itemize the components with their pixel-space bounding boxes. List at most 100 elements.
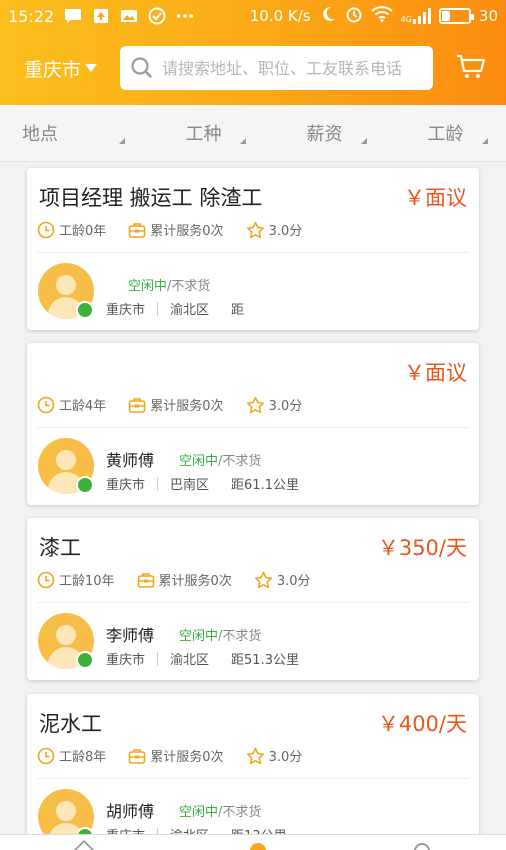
cart-button[interactable]: [455, 50, 487, 82]
price: ￥350/天: [377, 536, 467, 560]
meta-experience: 工龄0年: [37, 220, 106, 239]
toolbox-icon: [128, 397, 146, 413]
worker-status: 空闲中/不求货: [128, 275, 210, 294]
star-icon: [246, 221, 264, 238]
city-label: 重庆市: [24, 58, 82, 81]
worker-card[interactable]: 漆工 ￥350/天 工龄10年 累计服务0次 3.0分 李师傅 空闲中/不求货 …: [27, 518, 479, 680]
worker-tab-icon[interactable]: [250, 843, 266, 850]
price: ￥400/天: [377, 712, 467, 736]
location-city: 重庆市: [106, 825, 145, 834]
separator: [157, 476, 159, 491]
signal-label: 4G: [400, 15, 412, 24]
separator: [157, 301, 159, 316]
separator: [157, 651, 159, 666]
experience-text: 工龄4年: [59, 399, 107, 414]
bottom-nav: [0, 834, 506, 850]
service-text: 累计服务0次: [150, 399, 224, 414]
status-rest: /不求货: [218, 629, 262, 644]
job-title: 漆工: [39, 536, 81, 560]
corner-triangle-icon: [240, 138, 246, 144]
online-dot-icon: [76, 476, 94, 494]
search-box[interactable]: [120, 46, 433, 90]
meta-rating: 3.0分: [246, 220, 302, 239]
corner-triangle-icon: [482, 138, 488, 144]
worker-location: 重庆市 渝北区 距51.3公里: [106, 649, 299, 668]
wifi-icon: [370, 6, 393, 26]
avatar-head: [56, 275, 76, 295]
meta-service: 累计服务0次: [128, 746, 224, 765]
meta-rating: 3.0分: [246, 746, 303, 765]
price: ￥面议: [404, 186, 467, 210]
worker-name: 黄师傅: [106, 451, 155, 470]
meta-service: 累计服务0次: [128, 395, 224, 414]
experience-text: 工龄8年: [59, 750, 107, 765]
status-free: 空闲中: [179, 454, 219, 469]
service-text: 累计服务0次: [150, 750, 224, 765]
status-time: 15:22: [8, 6, 55, 26]
job-title: 泥水工: [39, 712, 102, 736]
status-bar: 15:22 10.0 K/s 4G 30: [0, 0, 506, 32]
rating-text: 3.0分: [268, 750, 303, 765]
worker-card[interactable]: ￥面议 工龄4年 累计服务0次 3.0分 黄师傅 空闲中/不求货 重庆市 巴南区…: [27, 343, 479, 505]
status-free: 空闲中: [179, 629, 219, 644]
meta-experience: 工龄8年: [37, 746, 106, 765]
star-icon: [246, 747, 264, 764]
meta-experience: 工龄4年: [37, 395, 106, 414]
meta-experience: 工龄10年: [37, 570, 115, 589]
location-distance: 距61.1公里: [231, 478, 299, 493]
star-icon: [254, 571, 272, 588]
worker-status: 空闲中/不求货: [179, 450, 261, 469]
filter-label: 工种: [185, 124, 222, 145]
card-divider: [37, 602, 469, 603]
meta-rating: 3.0分: [246, 395, 302, 414]
filter-job-type[interactable]: 工种: [143, 105, 264, 161]
worker-list: 项目经理 搬运工 除渣工 ￥面议 工龄0年 累计服务0次 3.0分 空闲中/不求…: [0, 162, 506, 834]
app-bar: 重庆市: [0, 44, 506, 92]
clock-icon: [37, 221, 55, 238]
worker-card[interactable]: 项目经理 搬运工 除渣工 ￥面议 工龄0年 累计服务0次 3.0分 空闲中/不求…: [27, 168, 479, 330]
card-divider: [37, 427, 469, 428]
rating-text: 3.0分: [276, 574, 311, 589]
upload-icon: [92, 7, 110, 25]
signal-icon: 4G: [401, 8, 431, 24]
avatar-head: [56, 801, 76, 821]
home-icon[interactable]: [72, 839, 96, 850]
location-district: 渝北区: [170, 303, 210, 318]
corner-triangle-icon: [119, 138, 125, 144]
status-rest: /不求货: [167, 279, 211, 294]
more-icon: [176, 7, 194, 25]
location-district: 渝北区: [170, 825, 209, 834]
star-icon: [246, 396, 264, 413]
meta-service: 累计服务0次: [137, 570, 232, 589]
meta-rating: 3.0分: [254, 570, 311, 589]
filter-location[interactable]: 地点: [0, 105, 143, 161]
search-icon: [131, 57, 152, 78]
card-meta: 工龄0年 累计服务0次 3.0分: [37, 220, 324, 239]
card-divider: [37, 778, 469, 779]
status-right: 10.0 K/s 4G 30: [250, 5, 498, 27]
location-distance: 距: [231, 303, 245, 318]
alarm-icon: [345, 5, 363, 27]
status-free: 空闲中: [179, 805, 219, 820]
profile-icon[interactable]: [414, 843, 430, 850]
check-circle-icon: [148, 7, 166, 25]
top-header: 15:22 10.0 K/s 4G 30 重庆市 请搜索地址、职位、工友联系电话: [0, 0, 506, 105]
clock-icon: [37, 571, 55, 588]
filter-bar: 地点 工种 薪资 工龄: [0, 105, 506, 162]
city-selector[interactable]: 重庆市: [24, 55, 98, 82]
experience-text: 工龄10年: [59, 574, 115, 589]
filter-salary[interactable]: 薪资: [264, 105, 385, 161]
search-input[interactable]: [162, 58, 422, 78]
avatar-head: [56, 625, 76, 645]
location-distance: 距13公里: [231, 825, 287, 834]
location-city: 重庆市: [106, 303, 146, 318]
worker-card[interactable]: 泥水工 ￥400/天 工龄8年 累计服务0次 3.0分 胡师傅 空闲中/不求货 …: [27, 694, 479, 834]
card-meta: 工龄10年 累计服务0次 3.0分: [37, 570, 333, 589]
location-city: 重庆市: [106, 478, 146, 493]
filter-experience[interactable]: 工龄: [385, 105, 506, 161]
price: ￥面议: [404, 361, 467, 385]
location-district: 渝北区: [170, 653, 210, 668]
worker-name: 李师傅: [106, 626, 155, 645]
avatar-head: [56, 450, 76, 470]
filter-label: 工龄: [427, 124, 464, 145]
